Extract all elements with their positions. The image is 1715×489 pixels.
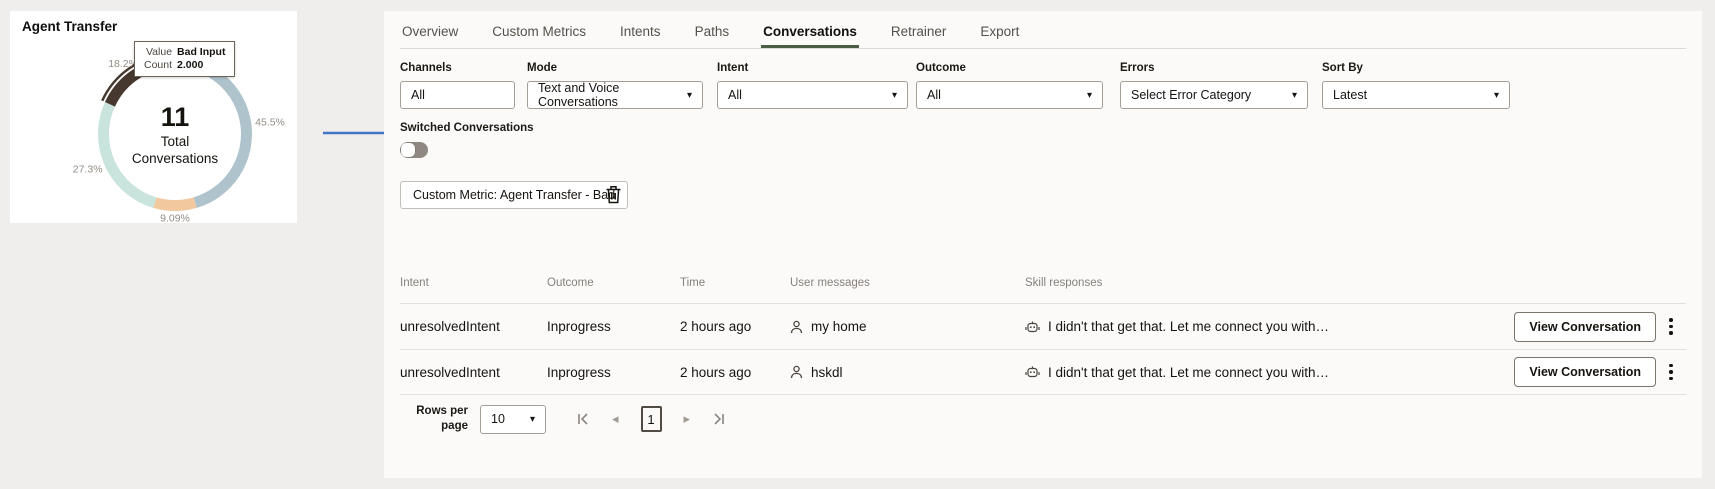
- intent-label: Intent: [717, 62, 908, 74]
- filter-mode: Mode Text and Voice Conversations ▾: [527, 62, 703, 109]
- person-icon: [790, 320, 803, 334]
- remove-chip-button[interactable]: [603, 185, 623, 205]
- caret-down-icon: ▾: [530, 414, 535, 425]
- col-header-user-messages: User messages: [790, 277, 1025, 289]
- previous-page-button[interactable]: ◂: [612, 411, 619, 427]
- caret-down-icon: ▾: [892, 90, 897, 101]
- last-page-button[interactable]: [712, 412, 726, 426]
- table-row: unresolvedIntent Inprogress 2 hours ago …: [400, 303, 1686, 349]
- filter-intent: Intent All ▾: [717, 62, 908, 109]
- next-page-icon: ▸: [684, 411, 691, 427]
- pagination-bar: Rows per page 10 ▾ ◂ 1 ▸: [400, 397, 726, 441]
- cell-intent: unresolvedIntent: [400, 319, 547, 334]
- slice-percent-label: 9.09%: [160, 213, 190, 224]
- chart-tooltip: Value Bad Input Count 2.000: [134, 41, 235, 77]
- caret-down-icon: ▾: [687, 90, 692, 101]
- errors-label: Errors: [1120, 62, 1308, 74]
- caret-down-icon: ▾: [1292, 90, 1297, 101]
- previous-page-icon: ◂: [612, 411, 619, 427]
- last-page-icon: [712, 412, 726, 426]
- intent-value: All: [728, 88, 742, 102]
- tooltip-value-label: Value: [144, 46, 172, 58]
- col-header-intent: Intent: [400, 277, 547, 289]
- errors-value: Select Error Category: [1131, 88, 1251, 102]
- slice-percent-label: 45.5%: [255, 117, 285, 129]
- first-page-button[interactable]: [576, 412, 590, 426]
- rows-per-page-label: Rows per page: [414, 404, 468, 434]
- intent-select[interactable]: All ▾: [717, 81, 908, 109]
- trash-icon: [605, 185, 622, 204]
- switched-conversations-label: Switched Conversations: [400, 122, 534, 134]
- channels-value: All: [411, 88, 425, 102]
- cell-outcome: Inprogress: [547, 365, 680, 380]
- sort-by-label: Sort By: [1322, 62, 1510, 74]
- cell-user-message: my home: [790, 319, 1025, 334]
- mode-label: Mode: [527, 62, 703, 74]
- caret-down-icon: ▾: [1087, 90, 1092, 101]
- filter-sort-by: Sort By Latest ▾: [1322, 62, 1510, 109]
- outcome-value: All: [927, 88, 941, 102]
- donut-slice[interactable]: [175, 63, 246, 203]
- col-header-outcome: Outcome: [547, 277, 680, 289]
- filter-errors: Errors Select Error Category ▾: [1120, 62, 1308, 109]
- outcome-label: Outcome: [916, 62, 1103, 74]
- table-header-row: Intent Outcome Time User messages Skill …: [400, 269, 1686, 303]
- col-header-skill-responses: Skill responses: [1025, 277, 1498, 289]
- cell-outcome: Inprogress: [547, 319, 680, 334]
- tab-paths[interactable]: Paths: [693, 18, 732, 48]
- donut-slice[interactable]: [155, 203, 195, 206]
- cell-skill-response: I didn't that get that. Let me connect y…: [1025, 365, 1498, 380]
- row-kebab-menu-icon[interactable]: [1665, 314, 1677, 339]
- filter-channels: Channels All: [400, 62, 515, 109]
- rows-per-page-select[interactable]: 10 ▾: [480, 405, 546, 434]
- custom-metric-chip[interactable]: Custom Metric: Agent Transfer - Bad: [400, 181, 628, 209]
- errors-select[interactable]: Select Error Category ▾: [1120, 81, 1308, 109]
- cell-time: 2 hours ago: [680, 319, 790, 334]
- tab-custom-metrics[interactable]: Custom Metrics: [490, 18, 588, 48]
- channels-input[interactable]: All: [400, 81, 515, 109]
- conversations-panel: Overview Custom Metrics Intents Paths Co…: [384, 11, 1702, 478]
- mode-select[interactable]: Text and Voice Conversations ▾: [527, 81, 703, 109]
- next-page-button[interactable]: ▸: [684, 411, 691, 427]
- toggle-knob: [401, 143, 415, 157]
- donut-slice[interactable]: [104, 104, 155, 202]
- tab-export[interactable]: Export: [978, 18, 1021, 48]
- col-header-time: Time: [680, 277, 790, 289]
- mode-value: Text and Voice Conversations: [538, 81, 679, 109]
- table-row: unresolvedIntent Inprogress 2 hours ago …: [400, 349, 1686, 395]
- channels-label: Channels: [400, 62, 515, 74]
- view-conversation-button[interactable]: View Conversation: [1514, 357, 1656, 387]
- agent-transfer-card: Agent Transfer 45.5%9.09%27.3%18.2% 11 T…: [10, 11, 297, 223]
- conversations-table: Intent Outcome Time User messages Skill …: [400, 269, 1686, 395]
- tab-intents[interactable]: Intents: [618, 18, 663, 48]
- cell-skill-response: I didn't that get that. Let me connect y…: [1025, 319, 1498, 334]
- slice-percent-label: 27.3%: [73, 163, 103, 175]
- cell-user-message: hskdl: [790, 365, 1025, 380]
- sort-by-select[interactable]: Latest ▾: [1322, 81, 1510, 109]
- tab-conversations[interactable]: Conversations: [761, 18, 859, 48]
- rows-per-page-value: 10: [491, 412, 505, 426]
- tooltip-count-label: Count: [144, 59, 172, 71]
- tab-overview[interactable]: Overview: [400, 18, 460, 48]
- switched-conversations-toggle[interactable]: [400, 142, 428, 158]
- person-icon: [790, 365, 803, 379]
- tab-bar: Overview Custom Metrics Intents Paths Co…: [400, 16, 1686, 49]
- tooltip-value: Bad Input: [177, 46, 225, 58]
- row-kebab-menu-icon[interactable]: [1665, 360, 1677, 385]
- caret-down-icon: ▾: [1494, 90, 1499, 101]
- outcome-select[interactable]: All ▾: [916, 81, 1103, 109]
- cell-intent: unresolvedIntent: [400, 365, 547, 380]
- tab-retrainer[interactable]: Retrainer: [889, 18, 949, 48]
- bot-icon: [1025, 320, 1040, 334]
- sort-by-value: Latest: [1333, 88, 1367, 102]
- filter-outcome: Outcome All ▾: [916, 62, 1103, 109]
- cell-time: 2 hours ago: [680, 365, 790, 380]
- page-number-input[interactable]: 1: [641, 406, 662, 432]
- bot-icon: [1025, 365, 1040, 379]
- view-conversation-button[interactable]: View Conversation: [1514, 312, 1656, 342]
- first-page-icon: [576, 412, 590, 426]
- tooltip-count: 2.000: [177, 59, 225, 71]
